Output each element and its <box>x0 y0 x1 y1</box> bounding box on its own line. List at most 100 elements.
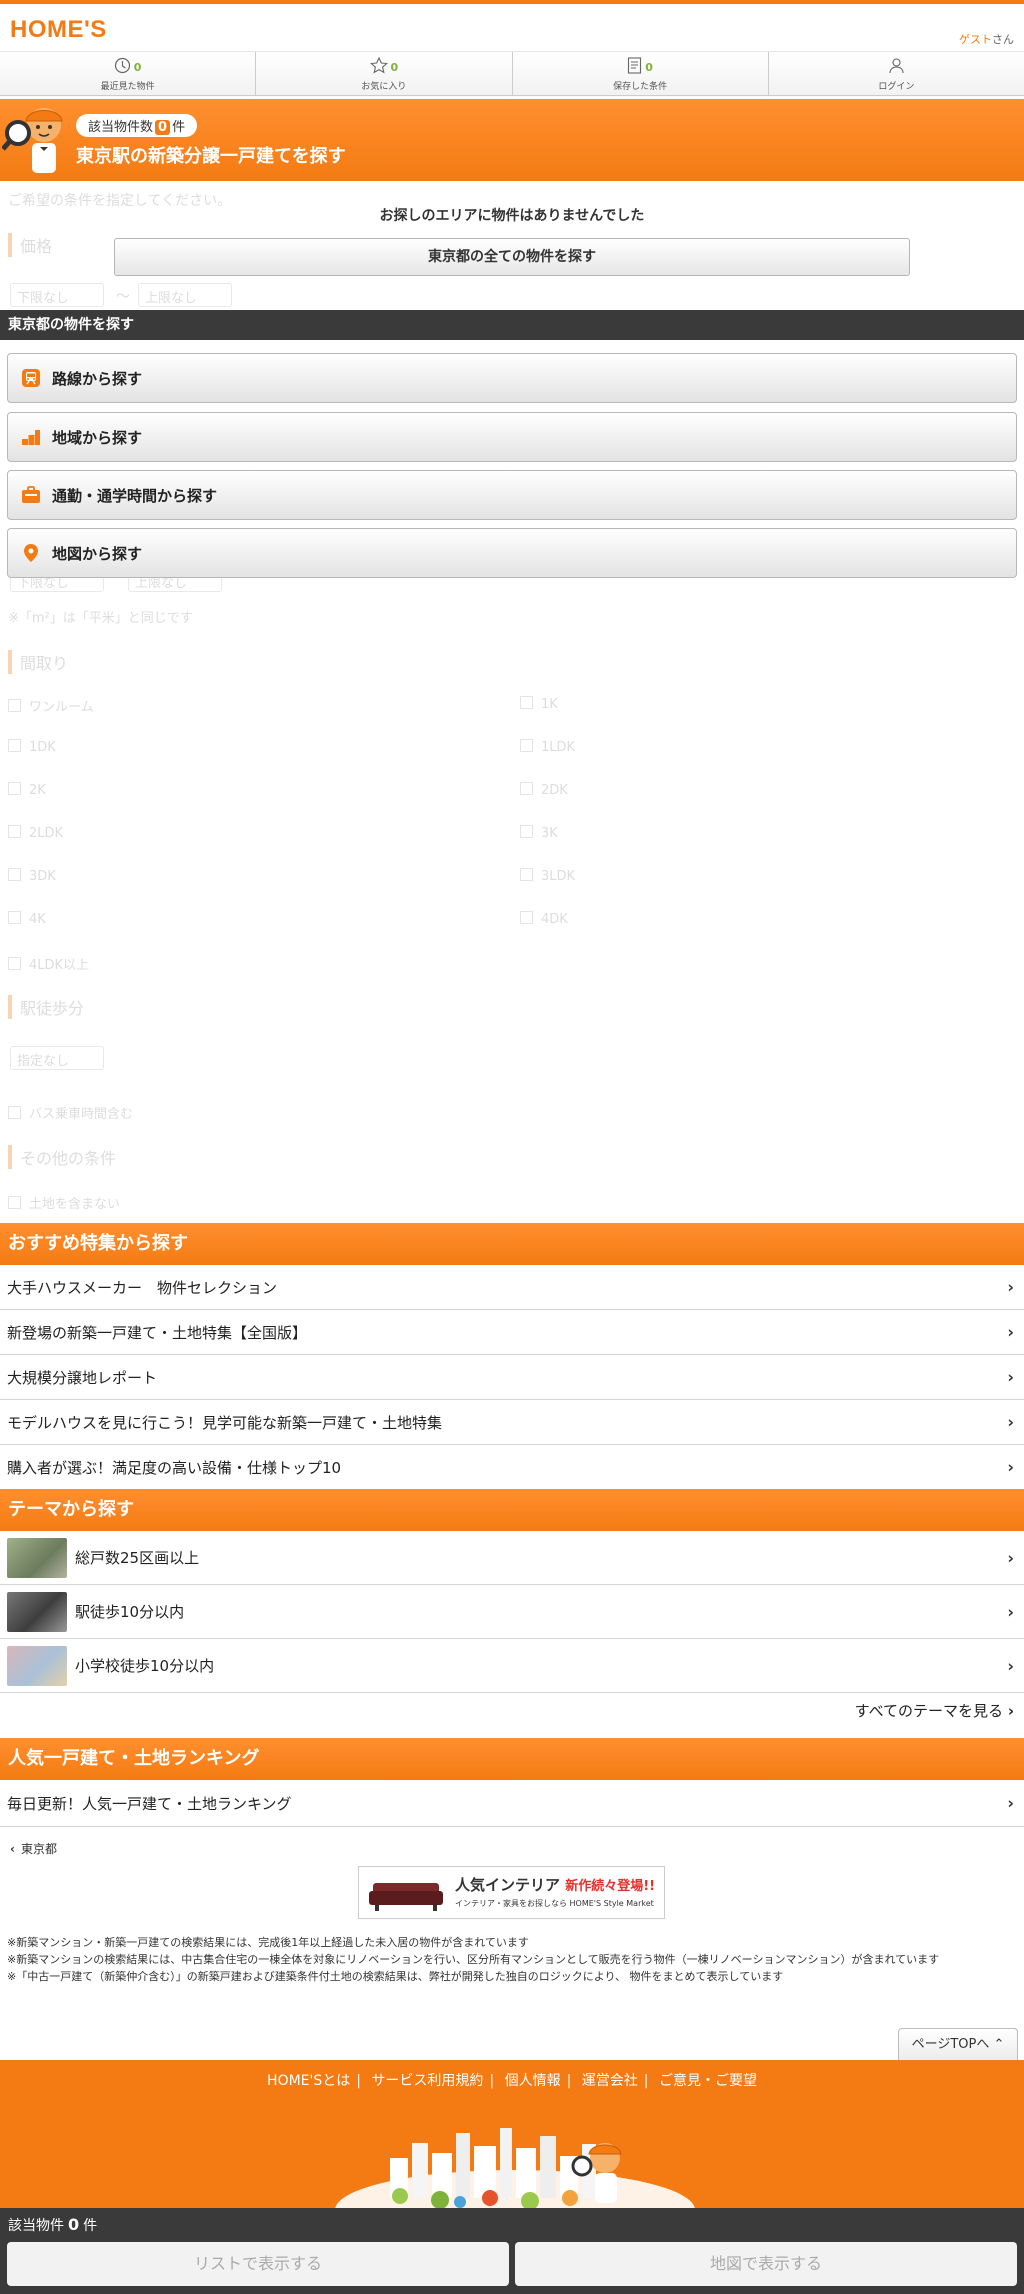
header: HOME'S ゲストさん <box>0 4 1024 52</box>
layout-checkbox[interactable]: 1K <box>520 696 558 712</box>
search-by-line-button[interactable]: 路線から探す <box>7 353 1017 403</box>
search-by-commute-button[interactable]: 通勤・通学時間から探す <box>7 470 1017 520</box>
theme-thumbnail <box>7 1537 67 1578</box>
bottom-action-bar: 該当物件 0 件 リストで表示する 地図で表示する <box>0 2208 1024 2294</box>
search-button-label: 通勤・通学時間から探す <box>52 486 218 505</box>
city-illustration <box>335 2128 695 2208</box>
homes-logo[interactable]: HOME'S <box>10 16 107 44</box>
chevron-right-icon: › <box>1007 1656 1014 1675</box>
layout-checkbox[interactable]: 4LDK以上 <box>8 954 89 973</box>
page-top-button[interactable]: ページTOPへ ⌃ <box>898 2028 1018 2060</box>
guest-name[interactable]: ゲスト <box>959 33 992 46</box>
bottom-count-label: 該当物件 <box>8 2218 64 2234</box>
document-icon <box>627 57 642 77</box>
bottom-count-unit: 件 <box>83 2218 98 2234</box>
layout-checkbox[interactable]: 2DK <box>520 782 568 798</box>
other-heading: その他の条件 <box>8 1145 116 1169</box>
guest-suffix: さん <box>992 33 1014 46</box>
page-banner: 該当物件数 0 件 東京駅の新築分譲一戸建てを探す <box>0 99 1024 181</box>
bus-time-checkbox[interactable]: バス乗車時間含む <box>8 1103 133 1122</box>
walk-time-select[interactable]: 指定なし <box>10 1046 104 1070</box>
layout-checkbox[interactable]: 3DK <box>8 868 56 884</box>
show-list-button[interactable]: リストで表示する <box>7 2242 509 2286</box>
theme-thumbnail <box>7 1591 67 1632</box>
search-button-label: 路線から探す <box>52 369 143 388</box>
exclude-land-checkbox[interactable]: 土地を含まない <box>8 1193 120 1212</box>
see-all-themes-link[interactable]: すべてのテーマを見る › <box>855 1700 1014 1721</box>
sofa-icon <box>369 1883 443 1911</box>
featured-label: 購入者が選ぶ！満足度の高い設備・仕様トップ10 <box>7 1458 342 1477</box>
price-range-tilde: ～ <box>116 289 130 305</box>
nav-saved-conditions[interactable]: 0 保存した条件 <box>513 52 769 95</box>
layout-checkbox[interactable]: 4K <box>8 911 46 927</box>
nav-label: ログイン <box>878 82 915 92</box>
ranking-heading: 人気一戸建て・土地ランキング <box>0 1738 1024 1780</box>
no-result-message: お探しのエリアに物件はありませんでした <box>379 208 645 224</box>
chevron-right-icon: › <box>1007 1322 1014 1342</box>
interior-ad-banner[interactable]: 人気インテリア 新作続々登場!! インテリア・家具をお探しなら HOME'S S… <box>358 1866 665 1919</box>
note-line: ※新築マンションの検索結果には、中古集合住宅の一棟全体を対象にリノベーションを行… <box>7 1953 940 1966</box>
note-line: ※新築マンション・新築一戸建ての検索結果には、完成後1年以上経過した未入居の物件… <box>7 1936 529 1949</box>
theme-label: 駅徒歩10分以内 <box>75 1603 185 1621</box>
nav-recently-viewed[interactable]: 0 最近見た物件 <box>0 52 257 95</box>
footer-links: HOME'Sとは | サービス利用規約 | 個人情報 | 運営会社 | ご意見・ご要望 <box>267 2073 757 2089</box>
theme-label: 総戸数25区画以上 <box>75 1549 200 1567</box>
nav-label: 保存した条件 <box>613 82 668 92</box>
theme-label: 小学校徒歩10分以内 <box>75 1657 215 1675</box>
layout-checkbox[interactable]: 3K <box>520 825 558 841</box>
layout-checkbox[interactable]: 2K <box>8 782 46 798</box>
ad-subtitle: インテリア・家具をお探しなら HOME'S Style Market <box>455 1899 654 1908</box>
layout-checkbox[interactable]: 1LDK <box>520 739 575 755</box>
layout-checkbox[interactable]: 1DK <box>8 739 56 755</box>
theme-link[interactable]: 小学校徒歩10分以内 › <box>0 1639 1024 1693</box>
price-heading: 価格 <box>8 233 52 257</box>
nav-label: お気に入り <box>361 82 407 92</box>
layout-checkbox[interactable]: 2LDK <box>8 825 63 841</box>
featured-label: モデルハウスを見に行こう！見学可能な新築一戸建て・土地特集 <box>7 1413 443 1432</box>
theme-link[interactable]: 駅徒歩10分以内 › <box>0 1585 1024 1639</box>
briefcase-icon <box>20 484 42 506</box>
footer-link-company[interactable]: 運営会社 <box>582 2073 638 2089</box>
chevron-right-icon: › <box>1007 1367 1014 1387</box>
guest-greeting: ゲストさん <box>959 31 1014 47</box>
tokyo-search-heading: 東京都の物件を探す <box>0 310 1024 340</box>
featured-link[interactable]: モデルハウスを見に行こう！見学可能な新築一戸建て・土地特集 › <box>0 1400 1024 1445</box>
count-prefix: 該当物件数 <box>88 120 154 135</box>
footer-link-about[interactable]: HOME'Sとは <box>267 2073 350 2089</box>
show-map-button[interactable]: 地図で表示する <box>515 2242 1017 2286</box>
chevron-up-icon: ⌃ <box>993 2037 1005 2052</box>
page-title: 東京駅の新築分譲一戸建てを探す <box>76 146 346 167</box>
price-max-select[interactable]: 上限なし <box>138 283 232 307</box>
map-pin-icon <box>20 542 42 564</box>
note-line: ※「中古一戸建て（新築仲介含む）」の新築戸建および建築条件付土地の検索結果は、弊… <box>7 1970 784 1983</box>
breadcrumb[interactable]: ‹ 東京都 <box>10 1840 57 1857</box>
featured-link[interactable]: 購入者が選ぶ！満足度の高い設備・仕様トップ10 › <box>0 1445 1024 1490</box>
search-all-tokyo-button[interactable]: 東京都の全ての物件を探す <box>114 238 910 276</box>
footer-link-terms[interactable]: サービス利用規約 <box>371 2073 483 2089</box>
search-by-map-button[interactable]: 地図から探す <box>7 528 1017 578</box>
user-icon <box>888 57 905 77</box>
ad-highlight: 新作続々登場!! <box>565 1879 656 1894</box>
result-count-pill: 該当物件数 0 件 <box>76 114 198 137</box>
search-by-area-button[interactable]: 地域から探す <box>7 412 1017 462</box>
featured-link[interactable]: 大手ハウスメーカー 物件セレクション › <box>0 1265 1024 1310</box>
footer-link-privacy[interactable]: 個人情報 <box>505 2073 561 2089</box>
featured-label: 新登場の新築一戸建て・土地特集【全国版】 <box>7 1323 308 1342</box>
themes-heading: テーマから探す <box>0 1489 1024 1531</box>
nav-login[interactable]: ログイン <box>769 52 1024 95</box>
nav-favorites[interactable]: 0 お気に入り <box>256 52 513 95</box>
layout-checkbox[interactable]: ワンルーム <box>8 696 94 715</box>
theme-link[interactable]: 総戸数25区画以上 › <box>0 1531 1024 1585</box>
walk-heading: 駅徒歩分 <box>8 995 84 1019</box>
featured-link[interactable]: 大規模分譲地レポート › <box>0 1355 1024 1400</box>
layout-checkbox[interactable]: 3LDK <box>520 868 575 884</box>
layout-checkbox[interactable]: 4DK <box>520 911 568 927</box>
breadcrumb-label: 東京都 <box>20 1842 57 1856</box>
search-button-label: 地図から探す <box>52 544 143 563</box>
featured-link[interactable]: 新登場の新築一戸建て・土地特集【全国版】 › <box>0 1310 1024 1355</box>
chevron-right-icon: › <box>1007 1548 1014 1567</box>
ranking-link[interactable]: 毎日更新！人気一戸建て・土地ランキング › <box>0 1780 1024 1827</box>
price-min-select[interactable]: 下限なし <box>10 283 104 307</box>
count-suffix: 件 <box>172 120 186 135</box>
footer-link-feedback[interactable]: ご意見・ご要望 <box>659 2073 757 2089</box>
